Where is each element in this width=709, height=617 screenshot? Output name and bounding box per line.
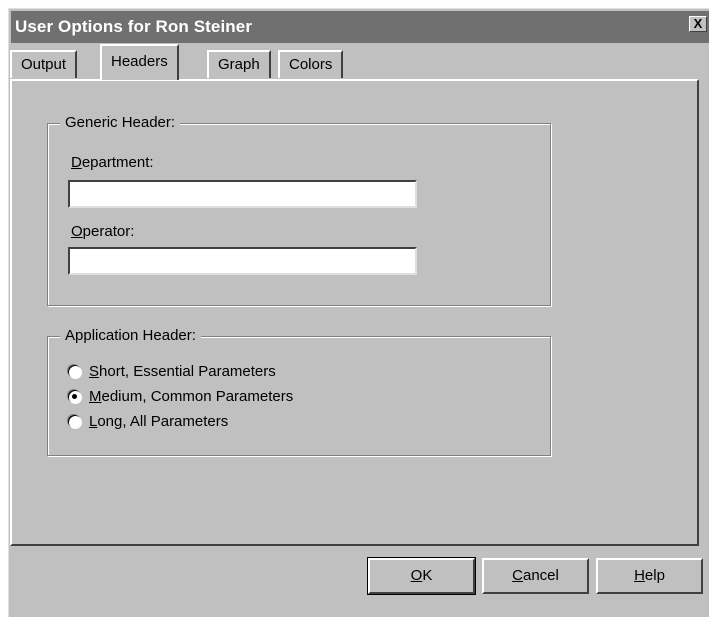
radio-short-label: Short, Essential Parameters bbox=[89, 363, 276, 380]
tab-panel-headers: Generic Header: Department: Operator: Ap… bbox=[10, 79, 699, 546]
radio-medium-label: Medium, Common Parameters bbox=[89, 388, 294, 405]
cancel-button[interactable]: Cancel bbox=[482, 558, 589, 594]
radio-medium-common[interactable]: Medium, Common Parameters bbox=[68, 388, 293, 405]
tab-headers-label: Headers bbox=[111, 53, 168, 70]
application-header-group: Application Header: Short, Essential Par… bbox=[47, 327, 551, 456]
generic-header-group: Generic Header: Department: Operator: bbox=[47, 114, 551, 306]
tab-headers[interactable]: Headers bbox=[100, 44, 179, 80]
department-field[interactable] bbox=[68, 180, 417, 208]
ok-button[interactable]: OK bbox=[367, 557, 476, 595]
department-label: Department: bbox=[71, 154, 154, 171]
tab-graph-label: Graph bbox=[218, 56, 260, 73]
generic-header-legend: Generic Header: bbox=[60, 114, 181, 131]
radio-button-medium[interactable] bbox=[68, 390, 81, 403]
radio-short-essential[interactable]: Short, Essential Parameters bbox=[68, 363, 276, 380]
tab-colors-label: Colors bbox=[289, 56, 333, 73]
tab-colors[interactable]: Colors bbox=[278, 50, 344, 78]
tab-output[interactable]: Output bbox=[10, 50, 78, 78]
radio-button-long[interactable] bbox=[68, 415, 81, 428]
close-button[interactable]: X bbox=[689, 16, 707, 32]
window-title: User Options for Ron Steiner bbox=[15, 17, 253, 36]
title-bar[interactable]: User Options for Ron Steiner X bbox=[11, 11, 709, 43]
tab-output-label: Output bbox=[21, 56, 67, 73]
radio-long-all[interactable]: Long, All Parameters bbox=[68, 413, 228, 430]
tab-graph[interactable]: Graph bbox=[207, 50, 271, 78]
radio-button-short[interactable] bbox=[68, 365, 81, 378]
help-button[interactable]: Help bbox=[596, 558, 703, 594]
radio-long-label: Long, All Parameters bbox=[89, 413, 229, 430]
application-header-legend: Application Header: bbox=[60, 327, 201, 344]
operator-label: Operator: bbox=[71, 223, 135, 240]
operator-field[interactable] bbox=[68, 247, 417, 275]
